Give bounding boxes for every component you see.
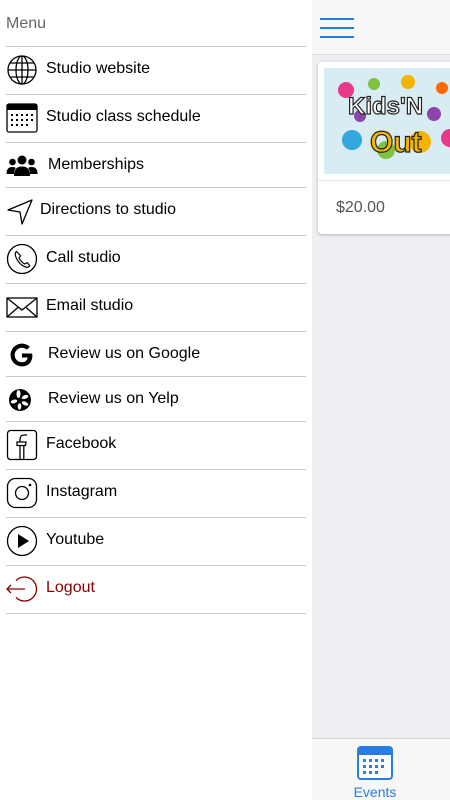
logout-icon [6,576,38,602]
menu-item-memberships[interactable]: Memberships [6,142,306,189]
menu-item-label: Youtube [46,531,105,548]
menu-item-label: Memberships [48,156,145,173]
tab-events[interactable]: Events [342,743,408,800]
menu-item-directions[interactable]: Directions to studio [6,187,306,234]
calendar-icon [6,103,38,133]
menu-item-youtube[interactable]: Youtube [6,517,306,564]
tab-bar: Events [312,738,450,800]
menu-item-studio-website[interactable]: Studio website [6,46,306,93]
menu-item-logout[interactable]: Logout [6,565,306,612]
people-icon [6,155,38,176]
envelope-icon [6,297,38,318]
menu-item-label: Email studio [46,297,134,314]
menu-item-call-studio[interactable]: Call studio [6,235,306,282]
google-icon [10,343,33,367]
main-screen: Kids'N Out $20.00 Events [312,0,450,800]
calendar-icon [357,746,393,780]
menu-item-class-schedule[interactable]: Studio class schedule [6,94,306,141]
menu-item-label: Studio website [46,60,151,77]
event-price: $20.00 [336,199,385,216]
youtube-play-icon [6,525,38,557]
globe-icon [7,55,37,85]
yelp-icon [9,389,31,411]
facebook-icon [6,429,38,461]
phone-icon [6,243,38,275]
hamburger-menu-icon[interactable] [320,16,354,40]
menu-item-email-studio[interactable]: Email studio [6,283,306,330]
menu-item-review-google[interactable]: Review us on Google [6,331,306,378]
menu-title: Menu [6,15,47,32]
menu-item-review-yelp[interactable]: Review us on Yelp [6,376,306,423]
menu-item-label: Review us on Google [48,345,201,362]
navigation-arrow-icon [7,199,33,225]
menu-divider [6,613,306,614]
instagram-icon [6,477,38,509]
tab-events-label: Events [353,784,397,800]
menu-item-label: Directions to studio [40,201,177,218]
menu-item-label: Call studio [46,249,121,266]
menu-item-instagram[interactable]: Instagram [6,469,306,516]
event-image: Kids'N Out [324,68,450,174]
card-divider [318,180,450,181]
menu-item-label: Logout [46,579,95,596]
side-drawer: Menu Studio website Studio class schedul… [0,0,312,800]
event-image-subtitle: Out [370,126,422,159]
menu-item-facebook[interactable]: Facebook [6,421,306,468]
menu-item-label: Studio class schedule [46,108,201,125]
event-card[interactable]: Kids'N Out $20.00 [318,62,450,234]
menu-item-label: Instagram [46,483,118,500]
event-image-title: Kids'N [348,93,423,120]
menu-item-label: Review us on Yelp [48,390,179,407]
menu-item-label: Facebook [46,435,117,452]
top-bar [312,0,450,55]
